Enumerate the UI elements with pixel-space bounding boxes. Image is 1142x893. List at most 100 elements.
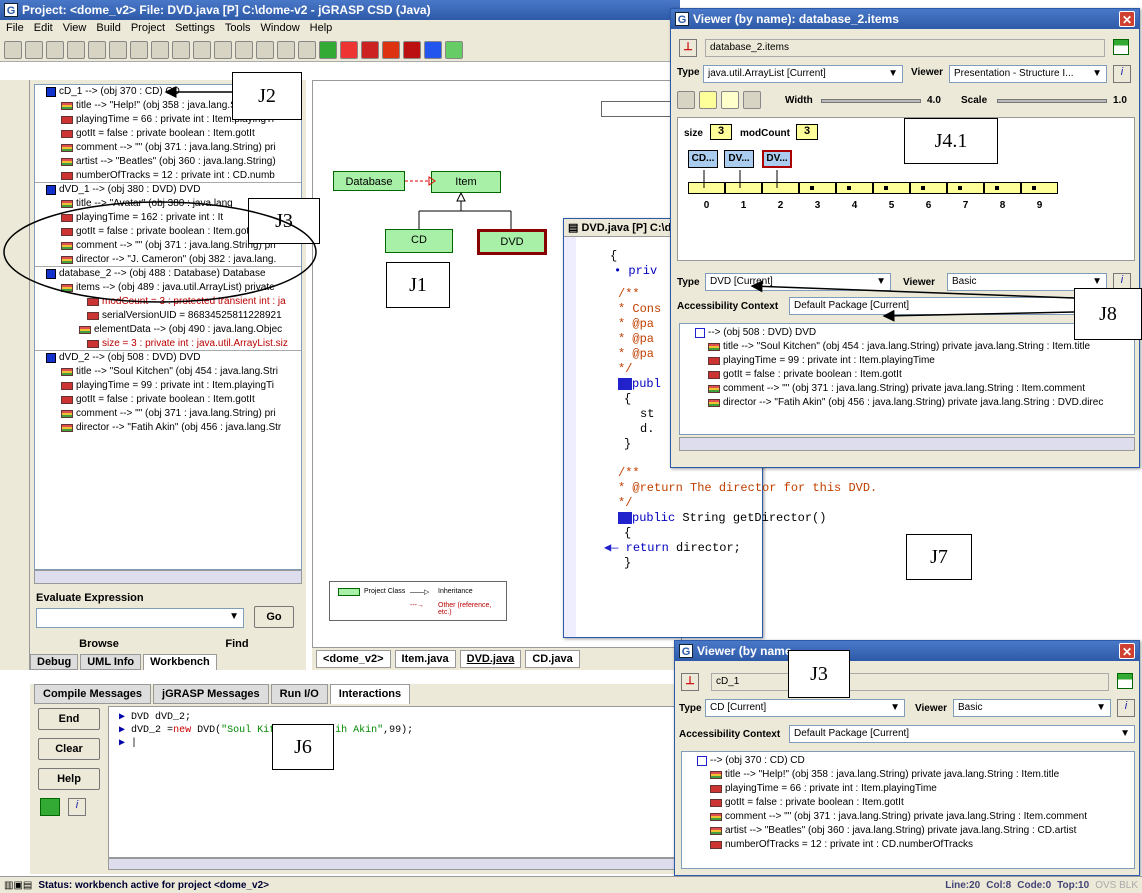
chart-icon[interactable] bbox=[256, 40, 274, 59]
tree-field[interactable]: comment --> "" (obj 371 : java.lang.Stri… bbox=[682, 382, 1132, 396]
width-slider[interactable] bbox=[821, 99, 921, 103]
menu-file[interactable]: File bbox=[6, 22, 24, 36]
accessibility-select[interactable]: Default Package [Current] ▼ bbox=[789, 725, 1135, 743]
tree-node-dvd2[interactable]: dVD_2 --> (obj 508 : DVD) DVD bbox=[35, 351, 301, 365]
paste-icon[interactable] bbox=[130, 40, 148, 59]
viewer-select[interactable]: Basic ▼ bbox=[953, 699, 1111, 717]
info-icon[interactable]: i bbox=[1117, 699, 1135, 717]
viewer1-tree[interactable]: --> (obj 508 : DVD) DVD title --> "Soul … bbox=[679, 323, 1135, 435]
viewer1-name-field[interactable]: database_2.items bbox=[705, 39, 1105, 57]
menu-help[interactable]: Help bbox=[310, 22, 333, 36]
go-button[interactable]: Go bbox=[254, 606, 294, 628]
tree-field[interactable]: comment --> "" (obj 371 : java.lang.Stri… bbox=[35, 141, 301, 155]
window-icon[interactable] bbox=[1113, 39, 1129, 55]
window-icon[interactable] bbox=[1117, 673, 1133, 689]
console-scrollbar[interactable] bbox=[108, 858, 678, 870]
interactions-console[interactable]: ▶ DVD dVD_2; ▶ dVD_2 =new DVD("Soul Kitc… bbox=[108, 706, 678, 858]
type-select[interactable]: java.util.ArrayList [Current] ▼ bbox=[703, 65, 903, 83]
open-folder-icon[interactable] bbox=[4, 40, 22, 59]
tree-field-items[interactable]: items --> (obj 489 : java.util.ArrayList… bbox=[35, 281, 301, 295]
tree-horizontal-scrollbar[interactable] bbox=[34, 570, 302, 584]
chevron-down-icon[interactable]: ▼ bbox=[229, 611, 239, 625]
file-tab-dvd[interactable]: DVD.java bbox=[459, 650, 522, 668]
tree-node-dvd2[interactable]: --> (obj 508 : DVD) DVD bbox=[682, 326, 1132, 340]
page-icon-2[interactable] bbox=[193, 40, 211, 59]
tree-field[interactable]: playingTime = 99 : private int : Item.pl… bbox=[35, 379, 301, 393]
tab-browse[interactable]: Browse bbox=[30, 638, 168, 654]
tree-field[interactable]: gotIt = false : private boolean : Item.g… bbox=[35, 127, 301, 141]
shield-icon[interactable] bbox=[298, 40, 316, 59]
menu-view[interactable]: View bbox=[63, 22, 87, 36]
close-icon[interactable]: ✕ bbox=[1119, 11, 1135, 27]
viewer2-tree[interactable]: --> (obj 370 : CD) CD title --> "Help!" … bbox=[681, 751, 1135, 869]
tree-field[interactable]: gotIt = false : private boolean : Item.g… bbox=[684, 796, 1132, 810]
tree-node-database2[interactable]: database_2 --> (obj 488 : Database) Data… bbox=[35, 267, 301, 281]
tree-field[interactable]: comment --> "" (obj 371 : java.lang.Stri… bbox=[684, 810, 1132, 824]
tree-field[interactable]: playingTime = 99 : private int : Item.pl… bbox=[682, 354, 1132, 368]
help-button[interactable]: Help bbox=[38, 768, 100, 790]
stop-icon[interactable] bbox=[424, 40, 442, 59]
tree-field[interactable]: title --> "Soul Kitchen" (obj 454 : java… bbox=[35, 365, 301, 379]
tree-field[interactable]: director --> "Fatih Akin" (obj 456 : jav… bbox=[35, 421, 301, 435]
menu-tools[interactable]: Tools bbox=[225, 22, 251, 36]
tree-field[interactable]: gotIt = false : private boolean : Item.g… bbox=[35, 393, 301, 407]
tree-field[interactable]: director --> "J. Cameron" (obj 382 : jav… bbox=[35, 253, 301, 267]
copy-icon[interactable] bbox=[109, 40, 127, 59]
menu-edit[interactable]: Edit bbox=[34, 22, 53, 36]
clear-button[interactable]: Clear bbox=[38, 738, 100, 760]
pin-icon[interactable] bbox=[235, 40, 253, 59]
step-icon[interactable] bbox=[403, 40, 421, 59]
tree-field[interactable]: comment --> "" (obj 371 : java.lang.Stri… bbox=[35, 407, 301, 421]
tree-field[interactable]: numberOfTracks = 12 : private int : CD.n… bbox=[684, 838, 1132, 852]
tab-debug[interactable]: Debug bbox=[30, 654, 79, 670]
viewer1-scrollbar[interactable] bbox=[679, 437, 1135, 451]
file-tab-cd[interactable]: CD.java bbox=[525, 650, 580, 668]
menu-settings[interactable]: Settings bbox=[175, 22, 215, 36]
debug-bug-icon[interactable] bbox=[361, 40, 379, 59]
layout-icon[interactable] bbox=[677, 91, 695, 109]
workbench-icon[interactable] bbox=[40, 798, 60, 816]
window-icon[interactable] bbox=[445, 40, 463, 59]
tab-compile-messages[interactable]: Compile Messages bbox=[34, 684, 152, 704]
viewer2-name-field[interactable]: cD_1 bbox=[711, 673, 1109, 691]
tree-field[interactable]: title --> "Help!" (obj 358 : java.lang.S… bbox=[684, 768, 1132, 782]
pin-icon[interactable]: ⊥ bbox=[679, 39, 697, 57]
scale-slider[interactable] bbox=[997, 99, 1107, 103]
info-icon[interactable]: i bbox=[1113, 65, 1131, 83]
wrench-icon[interactable] bbox=[743, 91, 761, 109]
tree-field[interactable]: modCount = 3 : protected transient int :… bbox=[35, 295, 301, 309]
print-icon[interactable] bbox=[67, 40, 85, 59]
tree-field[interactable]: artist --> "Beatles" (obj 360 : java.lan… bbox=[684, 824, 1132, 838]
tab-workbench[interactable]: Workbench bbox=[143, 654, 217, 670]
save-icon[interactable] bbox=[25, 40, 43, 59]
tab-find[interactable]: Find bbox=[168, 638, 306, 654]
menu-window[interactable]: Window bbox=[261, 22, 300, 36]
type-select[interactable]: CD [Current] ▼ bbox=[705, 699, 905, 717]
tab-interactions[interactable]: Interactions bbox=[329, 684, 411, 704]
tree-field[interactable]: serialVersionUID = 86834525811228921 bbox=[35, 309, 301, 323]
box-icon[interactable] bbox=[721, 91, 739, 109]
pin-icon[interactable]: ⊥ bbox=[681, 673, 699, 691]
run-icon[interactable] bbox=[340, 40, 358, 59]
compile-icon[interactable] bbox=[319, 40, 337, 59]
tree-node-cd1[interactable]: --> (obj 370 : CD) CD bbox=[684, 754, 1132, 768]
file-tab-item[interactable]: Item.java bbox=[394, 650, 456, 668]
save-all-icon[interactable] bbox=[46, 40, 64, 59]
tab-uml-info[interactable]: UML Info bbox=[80, 654, 142, 670]
file-tab-project[interactable]: <dome_v2> bbox=[316, 650, 391, 668]
close-icon[interactable]: ✕ bbox=[1119, 643, 1135, 659]
tree-field[interactable]: size = 3 : private int : java.util.Array… bbox=[35, 337, 301, 351]
tree-field[interactable]: title --> "Soul Kitchen" (obj 454 : java… bbox=[682, 340, 1132, 354]
tree-field[interactable]: director --> "Fatih Akin" (obj 456 : jav… bbox=[682, 396, 1132, 410]
evaluate-expression-input[interactable]: ▼ bbox=[36, 608, 244, 628]
viewer-select[interactable]: Presentation - Structure I... ▼ bbox=[949, 65, 1107, 83]
type-select-2[interactable]: DVD [Current] ▼ bbox=[705, 273, 891, 291]
undo-icon[interactable] bbox=[151, 40, 169, 59]
tree-field[interactable]: artist --> "Beatles" (obj 360 : java.lan… bbox=[35, 155, 301, 169]
workbench-tree[interactable]: cD_1 --> (obj 370 : CD) CD title --> "He… bbox=[34, 84, 302, 570]
cut-icon[interactable] bbox=[88, 40, 106, 59]
tree-node-dvd1[interactable]: dVD_1 --> (obj 380 : DVD) DVD bbox=[35, 183, 301, 197]
page-icon[interactable] bbox=[172, 40, 190, 59]
menu-build[interactable]: Build bbox=[96, 22, 120, 36]
tab-run-io[interactable]: Run I/O bbox=[270, 684, 328, 704]
